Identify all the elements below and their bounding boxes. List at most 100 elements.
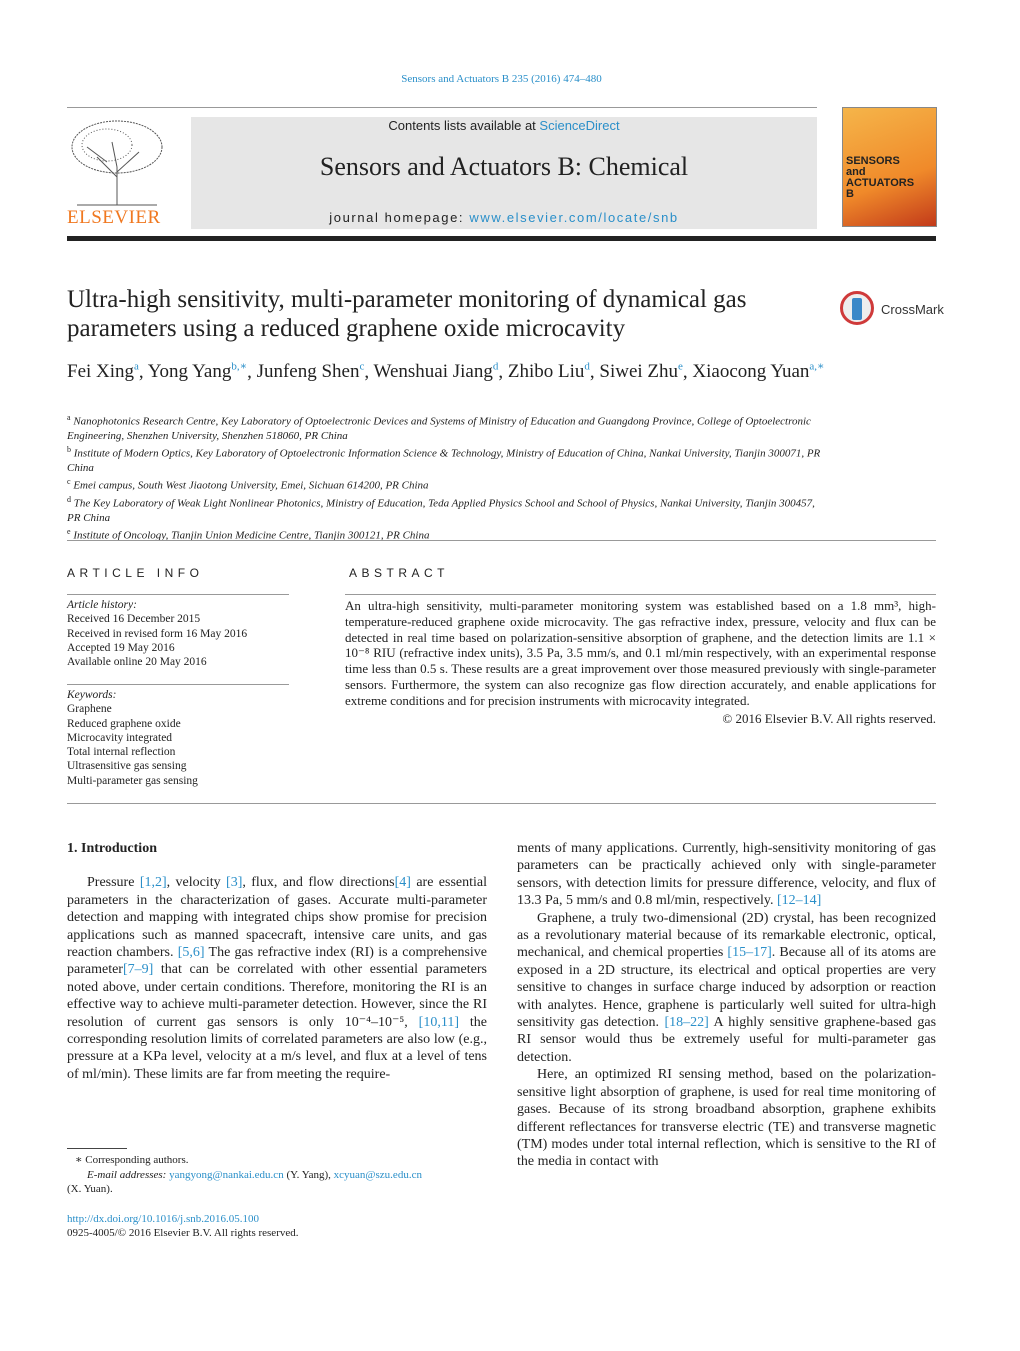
affiliation-marker: a xyxy=(67,413,71,422)
affiliation-marker: b xyxy=(67,445,71,455)
contents-prefix: Contents lists available at xyxy=(388,118,540,133)
crossmark-button[interactable]: CrossMark xyxy=(840,291,944,329)
left-column: 1. Introduction Pressure [1,2], velocity… xyxy=(67,840,487,1083)
divider xyxy=(67,107,817,108)
homepage-link[interactable]: www.elsevier.com/locate/snb xyxy=(469,210,678,225)
author[interactable]: Junfeng Shenc xyxy=(257,361,365,382)
email-label: E-mail addresses: xyxy=(87,1168,170,1181)
keyword: Multi-parameter gas sensing xyxy=(67,774,198,787)
divider xyxy=(67,594,289,595)
author-affiliation-marker[interactable]: b,∗ xyxy=(231,361,247,373)
author-list: Fei Xinga, Yong Yangb,∗, Junfeng Shenc, … xyxy=(67,361,825,383)
text-run: , velocity xyxy=(166,875,227,891)
author-affiliation-marker[interactable]: d xyxy=(493,361,499,373)
author-name: Junfeng Shen xyxy=(256,361,360,383)
citation-link[interactable]: [5,6] xyxy=(178,945,205,960)
affiliation: b Institute of Modern Optics, Key Labora… xyxy=(67,443,827,475)
author[interactable]: Siwei Zhue xyxy=(599,361,683,382)
affiliation: c Emei campus, South West Jiaotong Unive… xyxy=(67,475,827,493)
history-item: Received in revised form 16 May 2016 xyxy=(67,627,248,640)
author[interactable]: Yong Yangb,∗ xyxy=(148,361,247,382)
keyword-list: Graphene Reduced graphene oxide Microcavit… xyxy=(67,702,289,788)
email-owner: (Y. Yang), xyxy=(283,1168,334,1181)
paragraph: Pressure [1,2], velocity [3], flux, and … xyxy=(67,874,487,1083)
author[interactable]: Zhibo Liud xyxy=(508,361,590,382)
keyword: Reduced graphene oxide xyxy=(67,717,181,730)
text-run: Pressure xyxy=(87,875,140,891)
citation-link[interactable]: [3] xyxy=(226,875,242,890)
paper-page: Sensors and Actuators B 235 (2016) 474–4… xyxy=(0,0,1020,1351)
abstract-text: An ultra-high sensitivity, multi-paramet… xyxy=(345,598,936,708)
publisher-logo: ELSEVIER xyxy=(67,207,161,228)
author-name: Yong Yang xyxy=(147,361,232,383)
author-affiliation-marker[interactable]: e xyxy=(678,361,683,373)
citation-link[interactable]: [4] xyxy=(395,875,411,890)
affiliation: d The Key Laboratory of Weak Light Nonli… xyxy=(67,493,827,525)
author-affiliation-marker[interactable]: d xyxy=(584,361,590,373)
history-item: Available online 20 May 2016 xyxy=(67,656,207,669)
article-info-heading: ARTICLE INFO xyxy=(67,566,204,580)
journal-reference[interactable]: Sensors and Actuators B 235 (2016) 474–4… xyxy=(0,73,1003,85)
history-item: Accepted 19 May 2016 xyxy=(67,641,175,654)
citation-link[interactable]: [15–17] xyxy=(727,945,771,960)
divider xyxy=(67,684,289,685)
sciencedirect-link[interactable]: ScienceDirect xyxy=(539,118,619,133)
divider xyxy=(67,803,936,804)
affiliation-marker: c xyxy=(67,477,71,487)
crossmark-label: CrossMark xyxy=(881,302,944,317)
footnote-rule xyxy=(67,1148,127,1149)
citation-link[interactable]: [18–22] xyxy=(664,1015,708,1030)
author[interactable]: Fei Xinga xyxy=(67,361,139,382)
history-item: Received 16 December 2015 xyxy=(67,613,201,626)
keywords: Keywords: Graphene Reduced graphene oxide… xyxy=(67,688,289,788)
article-info: Article history: Received 16 December 20… xyxy=(67,598,289,669)
history-label: Article history: xyxy=(67,599,137,611)
email-link[interactable]: xcyuan@szu.edu.cn xyxy=(334,1169,422,1181)
journal-homepage: journal homepage: www.elsevier.com/locat… xyxy=(191,210,817,225)
keyword: Microcavity integrated xyxy=(67,731,173,744)
keyword: Total internal reflection xyxy=(67,746,176,759)
text-run: ments of many applications. Currently, h… xyxy=(517,841,936,909)
issn: 0925-4005/© 2016 Elsevier B.V. All right… xyxy=(67,1227,299,1239)
affiliation-text: Nanophotonics Research Centre, Key Labor… xyxy=(67,415,811,442)
article-title: Ultra-high sensitivity, multi-parameter … xyxy=(67,286,747,342)
author-name: Siwei Zhu xyxy=(599,361,679,383)
divider xyxy=(67,540,936,541)
keyword: Ultrasensitive gas sensing xyxy=(67,760,187,773)
right-column: ments of many applications. Currently, h… xyxy=(517,840,936,1171)
footnotes: ∗ Corresponding authors. E-mail addresse… xyxy=(67,1153,487,1241)
citation-link[interactable]: [12–14] xyxy=(777,893,821,908)
author-affiliation-marker[interactable]: a xyxy=(134,361,139,373)
paragraph: Graphene, a truly two-dimensional (2D) c… xyxy=(517,910,936,1067)
citation-link[interactable]: [1,2] xyxy=(140,875,167,890)
abstract-heading: ABSTRACT xyxy=(349,566,450,580)
journal-title: Sensors and Actuators B: Chemical xyxy=(319,152,689,181)
affiliation-text: The Key Laboratory of Weak Light Nonline… xyxy=(67,497,815,524)
crossmark-icon xyxy=(840,291,874,325)
paragraph: Here, an optimized RI sensing method, ba… xyxy=(517,1066,936,1170)
affiliation-text: Emei campus, South West Jiaotong Univers… xyxy=(73,479,429,492)
author-name: Xiaocong Yuan xyxy=(692,361,810,383)
author[interactable]: Xiaocong Yuana,∗ xyxy=(692,361,824,382)
homepage-prefix: journal homepage: xyxy=(329,210,470,225)
citation-link[interactable]: [7–9] xyxy=(123,962,153,977)
author[interactable]: Wenshuai Jiangd xyxy=(374,361,499,382)
section-heading: 1. Introduction xyxy=(67,841,157,856)
affiliations: a Nanophotonics Research Centre, Key Lab… xyxy=(67,411,827,543)
keywords-label: Keywords: xyxy=(67,689,117,701)
email-link[interactable]: yangyong@nankai.edu.cn xyxy=(169,1169,284,1181)
author-affiliation-marker[interactable]: a,∗ xyxy=(809,361,824,373)
citation-link[interactable]: [10,11] xyxy=(419,1015,459,1030)
author-name: Wenshuai Jiang xyxy=(373,361,493,383)
author-affiliation-marker[interactable]: c xyxy=(359,361,364,373)
affiliation-marker: e xyxy=(67,527,71,537)
text-run: , flux, and flow directions xyxy=(242,875,395,891)
abstract: An ultra-high sensitivity, multi-paramet… xyxy=(345,598,936,726)
email-owner: (X. Yuan). xyxy=(67,1183,113,1195)
contents-line: Contents lists available at ScienceDirec… xyxy=(191,118,817,133)
affiliation-text: Institute of Modern Optics, Key Laborato… xyxy=(67,447,821,474)
history-list: Received 16 December 2015 Received in rev… xyxy=(67,612,289,669)
paragraph: ments of many applications. Currently, h… xyxy=(517,840,936,910)
doi-link[interactable]: http://dx.doi.org/10.1016/j.snb.2016.05.… xyxy=(67,1213,259,1225)
text-run: Here, an optimized RI sensing method, ba… xyxy=(517,1067,936,1170)
